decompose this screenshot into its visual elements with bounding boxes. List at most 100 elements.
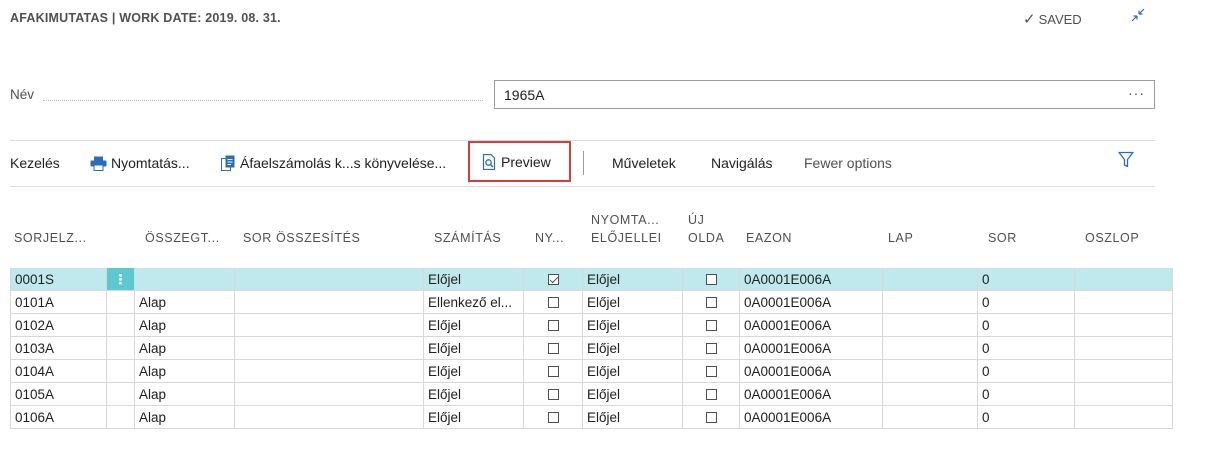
cell-szamitas[interactable]: Előjel bbox=[424, 360, 524, 383]
name-field[interactable]: 1965A ··· bbox=[494, 80, 1155, 109]
cell-ny-checkbox[interactable] bbox=[524, 291, 583, 314]
menu-kezeles[interactable]: Kezelés bbox=[10, 145, 60, 181]
cell-sor-osszesites[interactable] bbox=[235, 360, 424, 383]
row-actions-menu-icon[interactable]: ⋮ bbox=[107, 268, 135, 291]
col-header-szamitas[interactable]: SZÁMÍTÁS bbox=[434, 230, 501, 247]
col-header-lap[interactable]: LAP bbox=[888, 230, 913, 247]
cell-eazon[interactable]: 0A0001E006A bbox=[740, 406, 883, 429]
cell-lap[interactable] bbox=[883, 383, 978, 406]
col-header-osszeg[interactable]: ÖSSZEGT... bbox=[145, 230, 220, 247]
col-header-nyomtatas-line1[interactable]: NYOMTA... bbox=[591, 212, 659, 229]
col-header-oszlop[interactable]: OSZLOP bbox=[1085, 230, 1139, 247]
cell-eazon[interactable]: 0A0001E006A bbox=[740, 291, 883, 314]
cell-szamitas[interactable]: Előjel bbox=[424, 406, 524, 429]
cell-lap[interactable] bbox=[883, 360, 978, 383]
cell-elojel[interactable]: Előjel bbox=[583, 291, 683, 314]
cell-oszlop[interactable] bbox=[1075, 406, 1173, 429]
cell-eazon[interactable]: 0A0001E006A bbox=[740, 314, 883, 337]
checkbox-unchecked[interactable] bbox=[547, 319, 559, 331]
checkbox-unchecked[interactable] bbox=[547, 411, 559, 423]
cell-sor-osszesites[interactable] bbox=[235, 268, 424, 291]
cell-sor[interactable]: 0 bbox=[978, 406, 1075, 429]
row-handle[interactable] bbox=[107, 406, 135, 429]
name-value[interactable]: 1965A bbox=[504, 87, 544, 103]
cell-osszeg[interactable]: Alap bbox=[135, 383, 235, 406]
cell-eazon[interactable]: 0A0001E006A bbox=[740, 383, 883, 406]
checkbox-unchecked[interactable] bbox=[547, 342, 559, 354]
cell-uj-checkbox[interactable] bbox=[683, 291, 740, 314]
cell-szamitas[interactable]: Előjel bbox=[424, 337, 524, 360]
cell-oszlop[interactable] bbox=[1075, 383, 1173, 406]
col-header-uj-line2[interactable]: OLDA bbox=[688, 230, 724, 247]
fewer-options-button[interactable]: Fewer options bbox=[804, 145, 892, 181]
checkbox-unchecked[interactable] bbox=[705, 388, 717, 400]
cell-sor-osszesites[interactable] bbox=[235, 291, 424, 314]
cell-sor[interactable]: 0 bbox=[978, 268, 1075, 291]
cell-szamitas[interactable]: Ellenkező el... bbox=[424, 291, 524, 314]
cell-sor[interactable]: 0 bbox=[978, 314, 1075, 337]
cell-lap[interactable] bbox=[883, 268, 978, 291]
cell-oszlop[interactable] bbox=[1075, 337, 1173, 360]
cell-lap[interactable] bbox=[883, 314, 978, 337]
cell-elojel[interactable]: Előjel bbox=[583, 268, 683, 291]
cell-sor[interactable]: 0 bbox=[978, 337, 1075, 360]
cell-osszeg[interactable]: Alap bbox=[135, 314, 235, 337]
col-header-sorjelzo[interactable]: SORJELZ... bbox=[14, 230, 87, 247]
cell-osszeg[interactable]: Alap bbox=[135, 337, 235, 360]
menu-navigalas[interactable]: Navigálás bbox=[711, 145, 772, 181]
menu-muveletek[interactable]: Műveletek bbox=[612, 145, 676, 181]
cell-szamitas[interactable]: Előjel bbox=[424, 268, 524, 291]
table-row[interactable]: 0103A Alap Előjel Előjel 0A0001E006A 0 bbox=[10, 337, 1207, 360]
cell-sor[interactable]: 0 bbox=[978, 383, 1075, 406]
cell-ny-checkbox[interactable] bbox=[524, 360, 583, 383]
cell-eazon[interactable]: 0A0001E006A bbox=[740, 337, 883, 360]
checkbox-unchecked[interactable] bbox=[705, 411, 717, 423]
cell-sorjelzo[interactable]: 0105A bbox=[10, 383, 107, 406]
cell-oszlop[interactable] bbox=[1075, 268, 1173, 291]
cell-eazon[interactable]: 0A0001E006A bbox=[740, 268, 883, 291]
row-handle[interactable] bbox=[107, 383, 135, 406]
table-row[interactable]: 0105A Alap Előjel Előjel 0A0001E006A 0 bbox=[10, 383, 1207, 406]
filter-icon[interactable] bbox=[1118, 151, 1134, 172]
cell-oszlop[interactable] bbox=[1075, 360, 1173, 383]
cell-ny-checkbox[interactable] bbox=[524, 383, 583, 406]
cell-sorjelzo[interactable]: 0106A bbox=[10, 406, 107, 429]
checkbox-unchecked[interactable] bbox=[547, 365, 559, 377]
col-header-sor-osszesites[interactable]: SOR ÖSSZESÍTÉS bbox=[243, 230, 360, 247]
cell-uj-checkbox[interactable] bbox=[683, 360, 740, 383]
table-row[interactable]: 0101A Alap Ellenkező el... Előjel 0A0001E006… bbox=[10, 291, 1207, 314]
cell-ny-checkbox[interactable] bbox=[524, 314, 583, 337]
cell-elojel[interactable]: Előjel bbox=[583, 406, 683, 429]
table-row[interactable]: 0104A Alap Előjel Előjel 0A0001E006A 0 bbox=[10, 360, 1207, 383]
table-row[interactable]: 0102A Alap Előjel Előjel 0A0001E006A 0 bbox=[10, 314, 1207, 337]
preview-button[interactable]: Preview bbox=[468, 141, 571, 182]
cell-sor[interactable]: 0 bbox=[978, 291, 1075, 314]
row-handle[interactable] bbox=[107, 360, 135, 383]
cell-sorjelzo[interactable]: 0102A bbox=[10, 314, 107, 337]
col-header-uj-line1[interactable]: ÚJ bbox=[688, 212, 704, 229]
checkbox-unchecked[interactable] bbox=[547, 388, 559, 400]
cell-osszeg[interactable] bbox=[135, 268, 235, 291]
cell-uj-checkbox[interactable] bbox=[683, 337, 740, 360]
checkbox-unchecked[interactable] bbox=[705, 365, 717, 377]
cell-lap[interactable] bbox=[883, 337, 978, 360]
more-options-button[interactable]: ··· bbox=[1128, 85, 1145, 101]
cell-osszeg[interactable]: Alap bbox=[135, 360, 235, 383]
cell-sor[interactable]: 0 bbox=[978, 360, 1075, 383]
col-header-nyomtatas-line2[interactable]: ELŐJELLEI bbox=[591, 230, 662, 247]
cell-oszlop[interactable] bbox=[1075, 291, 1173, 314]
cell-elojel[interactable]: Előjel bbox=[583, 337, 683, 360]
cell-sor-osszesites[interactable] bbox=[235, 337, 424, 360]
row-handle[interactable] bbox=[107, 337, 135, 360]
cell-osszeg[interactable]: Alap bbox=[135, 406, 235, 429]
col-header-eazon[interactable]: EAZON bbox=[746, 230, 792, 247]
print-button[interactable]: Nyomtatás... bbox=[90, 145, 190, 181]
cell-lap[interactable] bbox=[883, 291, 978, 314]
cell-sor-osszesites[interactable] bbox=[235, 406, 424, 429]
checkbox-unchecked[interactable] bbox=[705, 319, 717, 331]
cell-szamitas[interactable]: Előjel bbox=[424, 383, 524, 406]
cell-lap[interactable] bbox=[883, 406, 978, 429]
cell-sor-osszesites[interactable] bbox=[235, 383, 424, 406]
post-vat-settlement-button[interactable]: Áfaelszámolás k...s könyvelése... bbox=[221, 145, 446, 181]
cell-sor-osszesites[interactable] bbox=[235, 314, 424, 337]
